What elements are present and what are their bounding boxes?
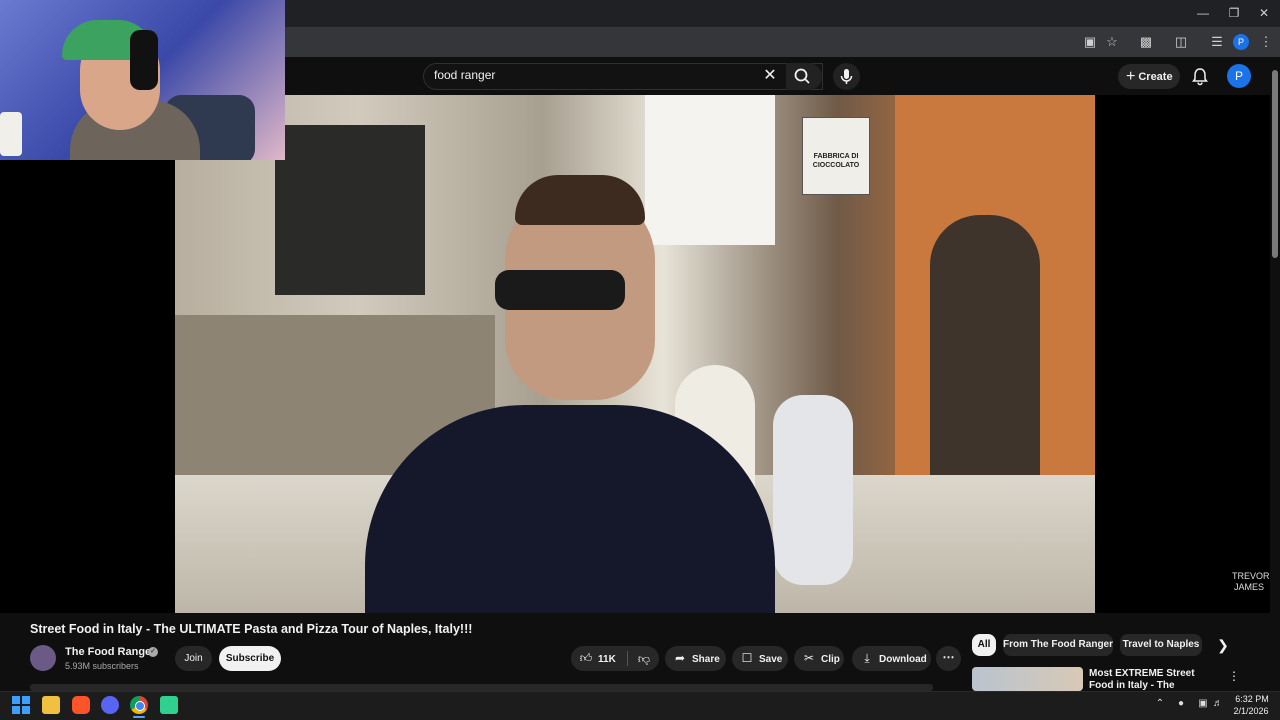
plus-icon: +	[1126, 68, 1136, 85]
verified-badge-icon: ✓	[148, 647, 158, 657]
webcam-overlay	[0, 0, 285, 160]
share-button[interactable]: ➦ Share	[665, 646, 726, 671]
kebab-menu-icon[interactable]: ⋮	[1228, 668, 1240, 684]
video-scooter	[773, 395, 853, 585]
thumbs-down-icon: 👎︎	[637, 652, 651, 666]
search-icon	[794, 68, 810, 84]
discord-icon[interactable]	[101, 696, 119, 714]
channel-name[interactable]: The Food Ranger	[65, 646, 155, 658]
recommended-video-title[interactable]: Most EXTREME Street Food in Italy - The …	[1089, 668, 1217, 690]
video-shop-sign: FABBRICA DI CIOCCOLATO	[802, 117, 870, 195]
create-button[interactable]: + Create	[1118, 64, 1180, 89]
voice-search-button[interactable]	[833, 63, 860, 90]
windows-start-icon[interactable]	[12, 696, 30, 714]
bookmark-icon: ☐	[741, 651, 753, 665]
save-button[interactable]: ☐ Save	[732, 646, 788, 671]
chrome-active-indicator	[133, 716, 145, 718]
like-divider	[627, 651, 628, 666]
video-window	[275, 125, 425, 295]
watermark-line-2: JAMES	[1233, 582, 1264, 592]
install-app-icon[interactable]: ▣	[1081, 33, 1099, 51]
video-host-sunglasses	[495, 270, 625, 310]
media-control-icon[interactable]: ☰	[1208, 33, 1226, 51]
close-window-icon[interactable]: ✕	[1254, 4, 1274, 22]
video-host-hair	[515, 175, 645, 225]
search-query-text[interactable]: food ranger	[434, 68, 495, 82]
clear-search-icon[interactable]: ✕	[760, 66, 780, 86]
shop-sign-text: FABBRICA DI CIOCCOLATO	[812, 153, 860, 169]
windows-taskbar	[0, 691, 1280, 720]
like-count: 11K	[598, 654, 616, 665]
download-icon: ⤓	[864, 651, 870, 665]
green-app-icon[interactable]	[160, 696, 178, 714]
more-actions-button[interactable]: ⋯	[936, 646, 961, 671]
video-sky	[645, 95, 775, 245]
scissors-icon: ✂	[803, 651, 815, 665]
webcam-headset	[130, 30, 158, 90]
clip-label: Clip	[821, 654, 840, 665]
video-frame[interactable]: FABBRICA DI CIOCCOLATO	[175, 95, 1095, 613]
taskbar-clock-time[interactable]: 6:32 PM	[1232, 694, 1272, 704]
channel-avatar[interactable]	[30, 645, 56, 671]
extensions-icon[interactable]: ▩	[1137, 33, 1155, 51]
tray-network-icon[interactable]: ▣	[1196, 697, 1210, 711]
share-label: Share	[692, 654, 720, 665]
notifications-bell-icon[interactable]	[1190, 66, 1210, 86]
video-title: Street Food in Italy - The ULTIMATE Past…	[30, 622, 473, 636]
subscriber-count: 5.93M subscribers	[65, 661, 139, 671]
dislike-button[interactable]: 👎︎	[630, 646, 658, 671]
recommended-video-thumbnail[interactable]	[972, 667, 1083, 691]
chip-travel-to-naples[interactable]: Travel to Naples	[1120, 634, 1202, 656]
restore-icon[interactable]: ❐	[1224, 4, 1244, 22]
subscribe-button[interactable]: Subscribe	[219, 646, 281, 671]
search-button[interactable]	[786, 63, 822, 90]
microphone-icon	[840, 69, 853, 84]
more-horizontal-icon: ⋯	[942, 650, 955, 664]
browser-profile-icon[interactable]: P	[1233, 34, 1249, 50]
tray-volume-icon[interactable]: ♬	[1211, 697, 1225, 711]
minimize-icon[interactable]: —	[1193, 4, 1213, 22]
clip-button[interactable]: ✂ Clip	[794, 646, 844, 671]
tray-microphone-icon[interactable]: ●	[1174, 697, 1188, 711]
download-label: Download	[879, 654, 927, 665]
chrome-icon[interactable]	[130, 696, 148, 714]
account-avatar[interactable]: P	[1227, 64, 1251, 88]
browser-menu-icon[interactable]: ⋮	[1257, 33, 1275, 51]
join-button[interactable]: Join	[175, 646, 212, 671]
cast-icon[interactable]: ◫	[1172, 33, 1190, 51]
download-button[interactable]: ⤓ Download	[852, 646, 931, 671]
video-watermark: TREVOR JAMES	[1232, 571, 1270, 593]
chip-all[interactable]: All	[972, 634, 996, 656]
tray-overflow-chevron-icon[interactable]: ⌃	[1153, 697, 1167, 711]
webcam-drink-can	[0, 112, 22, 156]
file-explorer-icon[interactable]	[42, 696, 60, 714]
like-button[interactable]: 👍︎ 11K	[571, 646, 628, 671]
chip-from-channel[interactable]: From The Food Ranger	[1003, 634, 1113, 656]
chevron-right-icon[interactable]: ❯	[1213, 635, 1233, 655]
save-label: Save	[759, 654, 783, 665]
taskbar-clock-date[interactable]: 2/1/2026	[1228, 706, 1274, 716]
share-arrow-icon: ➦	[674, 651, 686, 665]
description-box-edge[interactable]	[30, 684, 933, 691]
create-label: Create	[1138, 71, 1173, 83]
bookmark-star-icon[interactable]: ☆	[1103, 33, 1121, 51]
brave-browser-icon[interactable]	[72, 696, 90, 714]
thumbs-up-icon: 👍︎	[579, 651, 593, 665]
scrollbar-thumb[interactable]	[1272, 70, 1278, 258]
watermark-line-1: TREVOR	[1232, 571, 1270, 581]
